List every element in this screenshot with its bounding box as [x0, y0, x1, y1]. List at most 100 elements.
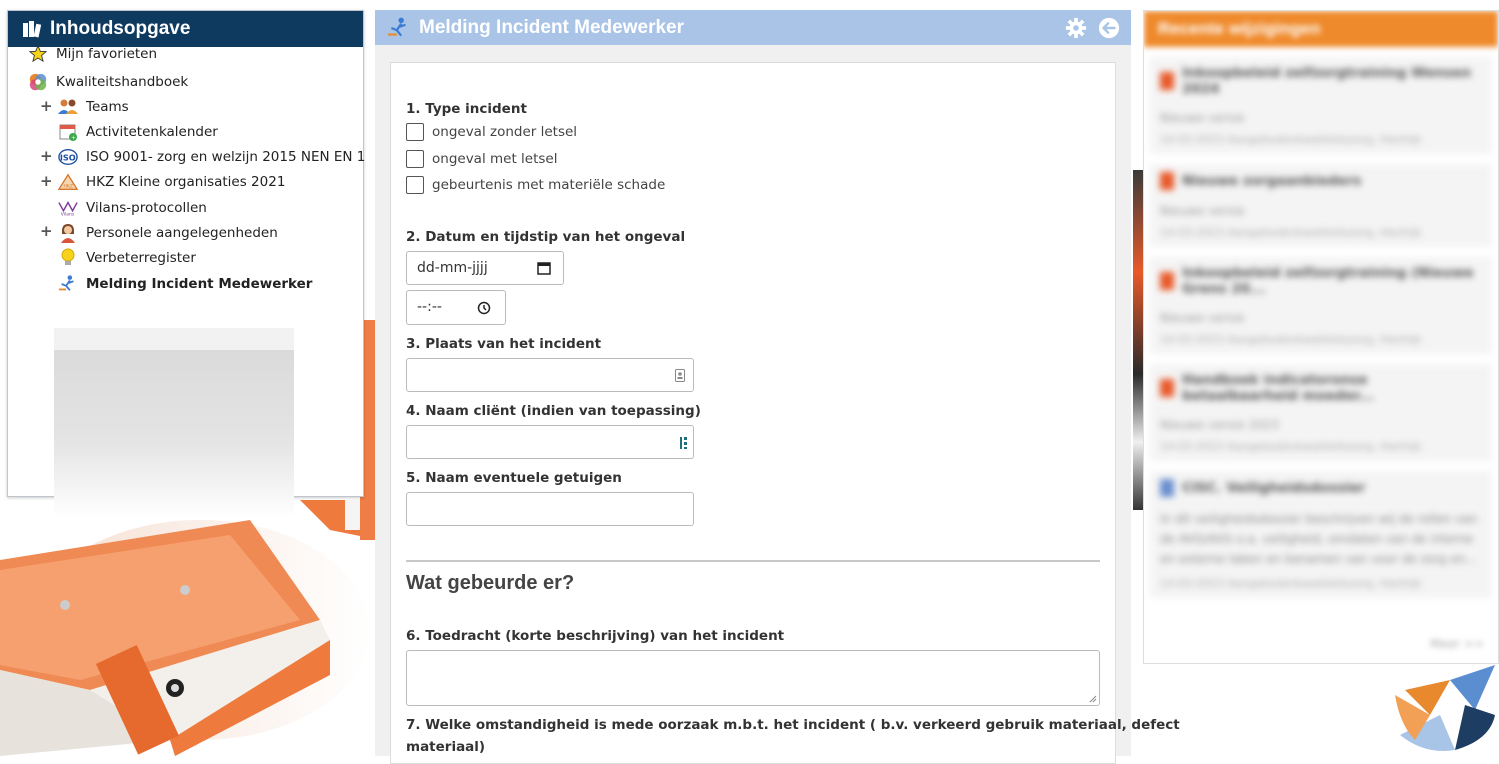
toc-item-hkz[interactable]: HKZ HKZ Kleine organisaties 2021 [58, 171, 285, 193]
recent-item-title: CISC. Veiligheidsdossier [1182, 480, 1366, 496]
question-getuigen: 5. Naam eventuele getuigen [406, 470, 622, 486]
recent-item-date: 14-03-2023 Aangebodenkwaliteitszorg, Han… [1160, 133, 1422, 146]
svg-text:HKZ: HKZ [63, 183, 72, 189]
recent-item-title: Inkoopbeleid zelfzorgtraining (Nieuwe Gr… [1182, 265, 1474, 297]
question-omstandigheid-line2: materiaal) [406, 739, 486, 755]
pdf-document-icon [1160, 379, 1174, 397]
question-omstandigheid-line1: 7. Welke omstandigheid is mede oorzaak m… [406, 717, 1180, 733]
time-input[interactable]: --:-- [406, 290, 506, 325]
incident-icon [388, 17, 406, 36]
recent-item-date: 14-03-2023 Aangebodenkwaliteitszorg, Han… [1160, 440, 1422, 453]
option-materiele-schade[interactable]: gebeurtenis met materiële schade [406, 176, 665, 194]
toc-item-label: Melding Incident Medewerker [86, 276, 313, 292]
toc-item-melding-incident[interactable]: Melding Incident Medewerker [58, 273, 312, 295]
option-label: gebeurtenis met materiële schade [432, 177, 666, 193]
toc-item-label: Mijn favorieten [56, 46, 158, 62]
toc-selection-bar [54, 328, 294, 350]
back-arrow-icon[interactable] [1098, 17, 1120, 39]
toc-title: Inhoudsopgave [50, 18, 191, 39]
word-document-icon [1160, 479, 1174, 497]
option-label: ongeval met letsel [432, 151, 558, 167]
option-ongeval-met-letsel[interactable]: ongeval met letsel [406, 150, 557, 168]
pdf-document-icon [1160, 172, 1174, 190]
plaats-input[interactable] [406, 358, 694, 392]
toc-item-label: Verbeterregister [86, 250, 196, 266]
incident-icon [58, 274, 78, 294]
section-title-wat-gebeurde: Wat gebeurde er? [406, 572, 575, 594]
recent-item-title: Inkoopbeleid zelfzorgtraining Wensen 202… [1182, 65, 1472, 97]
recent-item-date: 14-03-2023 Aangebodenkwaliteitszorg, Han… [1160, 333, 1422, 346]
toc-item-activitetenkalender[interactable]: + Activitetenkalender [58, 121, 218, 143]
iso-icon: ISO [58, 147, 78, 167]
recent-item[interactable]: CISC. Veiligheidsdossier In dit veilighe… [1150, 471, 1492, 598]
background-binder-illustration [0, 500, 380, 756]
recent-item-date: 14-03-2023 Aangebodenkwaliteitszorg, Han… [1160, 577, 1422, 590]
resize-handle-icon[interactable] [1089, 695, 1097, 703]
recent-item-title: Handboek indicatoronse betaalbaarheid mo… [1182, 372, 1374, 404]
recent-title: Recente wijzigingen [1158, 19, 1321, 38]
question-naam-client: 4. Naam cliënt (indien van toepassing) [406, 403, 701, 419]
recent-more-link[interactable]: Meer >> [1430, 637, 1484, 651]
question-type-incident: 1. Type incident [406, 101, 527, 117]
toc-item-label: Vilans-protocollen [86, 200, 207, 216]
toedracht-textarea[interactable] [406, 650, 1100, 706]
form-title: Melding Incident Medewerker [419, 16, 684, 38]
toc-item-personele[interactable]: Personele aangelegenheden [58, 222, 278, 244]
checkbox[interactable] [406, 150, 424, 168]
pdf-document-icon [1160, 272, 1174, 290]
toc-item-label: Teams [86, 99, 129, 115]
expand-teams-icon[interactable]: + [40, 97, 53, 115]
question-datum-tijdstip: 2. Datum en tijdstip van het ongeval [406, 229, 686, 245]
recent-item-title: Nieuwe zorgaanbieders [1182, 173, 1362, 189]
incident-form: 1. Type incident ongeval zonder letsel o… [390, 62, 1180, 764]
toc-item-verbeterregister[interactable]: Verbeterregister [58, 247, 196, 269]
calendar-icon[interactable] [537, 261, 551, 275]
recent-item-description: In dit veiligheidsdossier beschrijven wi… [1160, 512, 1478, 566]
date-placeholder: dd-mm-jjjj [417, 260, 488, 276]
recent-item[interactable]: Nieuwe zorgaanbieders Nieuwe versie 14-0… [1150, 164, 1492, 247]
toc-item-vilans[interactable]: Vilans Vilans-protocollen [58, 197, 207, 219]
question-plaats: 3. Plaats van het incident [406, 336, 602, 352]
recent-item[interactable]: Inkoopbeleid zelfzorgtraining (Nieuwe Gr… [1150, 257, 1492, 354]
form-panel: Melding Incident Medewerker 1. Type inci… [375, 10, 1180, 764]
recent-item-subtitle: Nieuwe versie [1160, 204, 1245, 218]
naam-client-input[interactable] [406, 425, 694, 459]
gear-icon[interactable] [1065, 17, 1087, 39]
team-icon [58, 97, 78, 117]
recent-list: Inkoopbeleid zelfzorgtraining Wensen 202… [1144, 57, 1498, 598]
recent-item-subtitle: Nieuwe versie 2023 [1160, 418, 1280, 432]
toc-item-teams[interactable]: Teams [58, 96, 129, 118]
expand-personele-icon[interactable]: + [40, 222, 53, 240]
toc-item-kwaliteitshandboek[interactable]: Kwaliteitshandboek [28, 71, 188, 93]
svg-text:Vilans: Vilans [61, 211, 75, 217]
toc-tree: Mijn favorieten Kwaliteitshandboek + Tea… [8, 45, 365, 518]
toc-selection-highlight [54, 328, 294, 518]
recent-item-subtitle: Nieuwe versie [1160, 311, 1245, 325]
handbook-logo-icon [28, 72, 48, 92]
time-placeholder: --:-- [417, 299, 442, 315]
background-binders-strip [1133, 170, 1143, 510]
clock-icon[interactable] [477, 301, 491, 315]
checkbox[interactable] [406, 176, 424, 194]
checkbox[interactable] [406, 123, 424, 141]
getuigen-input[interactable] [406, 492, 694, 526]
toc-item-iso9001[interactable]: ISO ISO 9001- zorg en welzijn 2015 NEN E… [58, 146, 365, 168]
expand-hkz-icon[interactable]: + [40, 172, 53, 190]
question-toedracht: 6. Toedracht (korte beschrijving) van he… [406, 628, 785, 644]
toc-item-favorites[interactable]: Mijn favorieten [28, 43, 157, 65]
form-header: Melding Incident Medewerker [375, 10, 1131, 45]
section-divider [406, 560, 1100, 562]
recent-header: Recente wijzigingen [1144, 11, 1498, 47]
lightbulb-icon [58, 248, 78, 268]
recent-item-subtitle: Nieuwe versie [1160, 111, 1245, 125]
option-ongeval-zonder-letsel[interactable]: ongeval zonder letsel [406, 123, 577, 141]
date-input[interactable]: dd-mm-jjjj [406, 251, 564, 285]
vilans-icon: Vilans [58, 198, 78, 218]
recent-item-date: 14-03-2023 Aangebodenkwaliteitszorg, Han… [1160, 226, 1422, 239]
password-manager-icon[interactable] [679, 436, 689, 450]
toc-item-label: Kwaliteitshandboek [56, 74, 189, 90]
background-logo [1395, 665, 1495, 751]
expand-iso-icon[interactable]: + [40, 147, 53, 165]
recent-item[interactable]: Inkoopbeleid zelfzorgtraining Wensen 202… [1150, 57, 1492, 154]
recent-item[interactable]: Handboek indicatoronse betaalbaarheid mo… [1150, 364, 1492, 461]
